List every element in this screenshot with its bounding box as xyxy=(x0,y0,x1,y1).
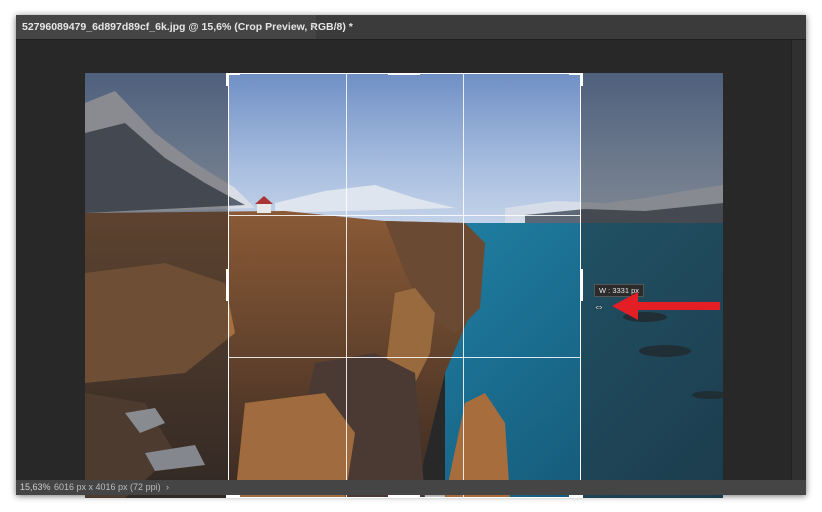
canvas-area[interactable]: W : 3331 px ⇔ xyxy=(16,40,792,498)
red-arrow-icon xyxy=(612,292,720,320)
crop-handle-bottom[interactable] xyxy=(388,495,420,498)
zoom-level[interactable]: 15,63% xyxy=(20,480,51,495)
photoshop-document-window: 52796089479_6d897d89cf_6k.jpg @ 15,6% (C… xyxy=(16,15,806,498)
crop-shield-left xyxy=(85,73,228,498)
close-tab-icon[interactable]: × xyxy=(310,15,316,39)
crop-handle-top-left[interactable] xyxy=(226,73,229,86)
crop-grid-line xyxy=(346,74,347,497)
crop-grid-line xyxy=(463,74,464,497)
document-info: 6016 px x 4016 px (72 ppi) xyxy=(54,482,161,492)
crop-grid-line xyxy=(229,357,580,358)
crop-box[interactable] xyxy=(228,73,581,498)
crop-handle-right[interactable] xyxy=(580,269,583,301)
crop-handle-top-right[interactable] xyxy=(580,73,583,86)
chevron-right-icon[interactable]: › xyxy=(166,480,169,495)
crop-grid-line xyxy=(229,215,580,216)
crop-handle-top[interactable] xyxy=(388,73,420,75)
vertical-scrollbar[interactable] xyxy=(791,40,806,480)
horizontal-resize-icon: ⇔ xyxy=(593,301,605,313)
status-bar: 15,63% 6016 px x 4016 px (72 ppi) › xyxy=(16,480,806,495)
document-tab[interactable]: 52796089479_6d897d89cf_6k.jpg @ 15,6% (C… xyxy=(16,15,353,39)
crop-handle-left[interactable] xyxy=(226,269,229,301)
document-tab-title: 52796089479_6d897d89cf_6k.jpg @ 15,6% (C… xyxy=(22,21,353,33)
document-tab-bar: 52796089479_6d897d89cf_6k.jpg @ 15,6% (C… xyxy=(16,15,806,40)
